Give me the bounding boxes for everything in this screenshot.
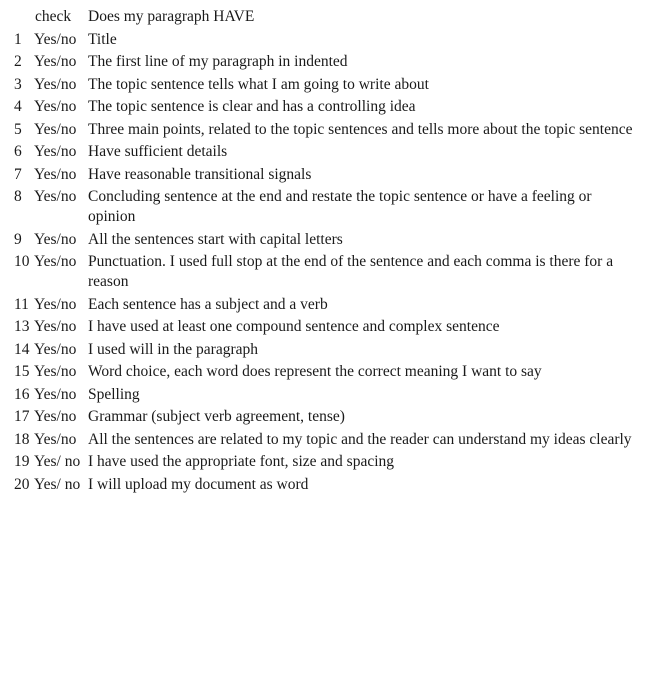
- item-yes-no: Yes/no: [34, 295, 77, 313]
- item-yes-no: Yes/no: [34, 253, 77, 270]
- item-number: 16: [14, 385, 30, 403]
- item-number: 4: [14, 98, 22, 115]
- item-number: 19: [14, 453, 30, 470]
- header-question: Does my paragraph HAVE: [88, 8, 255, 25]
- item-yes-no: Yes/no: [34, 318, 77, 335]
- checklist-item: 19 Yes/ no I have used the appropriate fon…: [0, 452, 665, 472]
- item-yes-no: Yes/no: [34, 230, 77, 248]
- item-text: Word choice, each word does represent th…: [88, 363, 542, 380]
- checklist-item: 20 Yes/ no I will upload my document as wo…: [0, 475, 665, 495]
- item-yes-no: Yes/no: [34, 385, 77, 403]
- item-number: 6: [14, 143, 22, 160]
- item-number: 13: [14, 318, 30, 335]
- item-yes-no: Yes/no: [34, 408, 77, 425]
- item-number: 14: [14, 340, 30, 358]
- checklist-item: 13 Yes/no I have used at least one compoun…: [0, 317, 665, 337]
- item-text: Concluding sentence at the end and resta…: [88, 188, 592, 225]
- item-yes-no: Yes/no: [34, 30, 77, 48]
- checklist-header: check Does my paragraph HAVE: [0, 7, 665, 27]
- item-number: 20: [14, 475, 30, 493]
- checklist-item: 11 Yes/no Each sentence has a subject and …: [0, 295, 665, 315]
- item-number: 8: [14, 188, 22, 205]
- item-number: 15: [14, 363, 30, 380]
- checklist-item: 7 Yes/no Have reasonable transitional sign…: [0, 165, 665, 185]
- item-yes-no: Yes/no: [34, 143, 77, 160]
- checklist-items: 1 Yes/no Title 2 Yes/no The first line of my …: [0, 30, 665, 495]
- item-text: The first line of my paragraph in indent…: [88, 53, 348, 70]
- item-text: Have sufficient details: [88, 143, 228, 160]
- item-number: 7: [14, 165, 22, 183]
- checklist-item: 6 Yes/no Have sufficient details: [0, 142, 665, 162]
- checklist-item: 10 Yes/no Punctuation. I used full stop at…: [0, 252, 665, 292]
- item-text: All the sentences are related to my topi…: [88, 430, 632, 448]
- item-text: Each sentence has a subject and a verb: [88, 295, 328, 313]
- header-check-label: check: [35, 8, 72, 25]
- checklist-item: 5 Yes/no Three main points, related to the…: [0, 120, 665, 140]
- item-yes-no: Yes/no: [34, 53, 77, 70]
- item-number: 5: [14, 120, 22, 138]
- item-yes-no: Yes/no: [34, 120, 77, 138]
- item-yes-no: Yes/no: [34, 75, 77, 93]
- item-text: All the sentences start with capital let…: [88, 230, 343, 248]
- checklist-item: 2 Yes/no The first line of my paragraph in…: [0, 52, 665, 72]
- item-text: The topic sentence tells what I am going…: [88, 75, 429, 93]
- item-number: 11: [14, 295, 29, 313]
- item-yes-no: Yes/no: [34, 340, 77, 358]
- paragraph-checklist: check Does my paragraph HAVE 1 Yes/no Titl…: [0, 0, 665, 495]
- item-yes-no: Yes/no: [34, 363, 77, 380]
- checklist-item: 8 Yes/no Concluding sentence at the end an…: [0, 187, 665, 227]
- checklist-item: 14 Yes/no I used will in the paragraph: [0, 340, 665, 360]
- checklist-item: 3 Yes/no The topic sentence tells what I a…: [0, 75, 665, 95]
- item-yes-no: Yes/no: [34, 188, 77, 205]
- item-text: Punctuation. I used full stop at the end…: [88, 253, 614, 290]
- checklist-item: 17 Yes/no Grammar (subject verb agreement,…: [0, 407, 665, 427]
- checklist-item: 16 Yes/no Spelling: [0, 385, 665, 405]
- checklist-item: 15 Yes/no Word choice, each word does repr…: [0, 362, 665, 382]
- item-number: 1: [14, 30, 22, 48]
- item-text: I have used the appropriate font, size a…: [88, 453, 395, 470]
- checklist-item: 18 Yes/no All the sentences are related to…: [0, 430, 665, 450]
- item-number: 9: [14, 230, 22, 248]
- item-yes-no: Yes/no: [34, 98, 77, 115]
- item-text: Title: [88, 30, 117, 48]
- item-text: Grammar (subject verb agreement, tense): [88, 408, 345, 425]
- item-yes-no: Yes/no: [34, 430, 77, 448]
- checklist-item: 9 Yes/no All the sentences start with capi…: [0, 230, 665, 250]
- checklist-item: 4 Yes/no The topic sentence is clear and h…: [0, 97, 665, 117]
- item-number: 18: [14, 430, 30, 448]
- item-yes-no: Yes/ no: [34, 475, 81, 493]
- item-yes-no: Yes/no: [34, 165, 77, 183]
- item-text: Spelling: [88, 385, 140, 403]
- item-number: 3: [14, 75, 22, 93]
- checklist-item: 1 Yes/no Title: [0, 30, 665, 50]
- item-number: 17: [14, 408, 30, 425]
- item-text: The topic sentence is clear and has a co…: [88, 98, 416, 115]
- item-text: I used will in the paragraph: [88, 340, 259, 358]
- item-number: 10: [14, 253, 30, 270]
- item-yes-no: Yes/ no: [34, 453, 81, 470]
- item-text: I have used at least one compound senten…: [88, 318, 500, 335]
- item-number: 2: [14, 53, 22, 70]
- item-text: Three main points, related to the topic …: [88, 120, 633, 138]
- item-text: I will upload my document as word: [88, 475, 309, 493]
- item-text: Have reasonable transitional signals: [88, 165, 312, 183]
